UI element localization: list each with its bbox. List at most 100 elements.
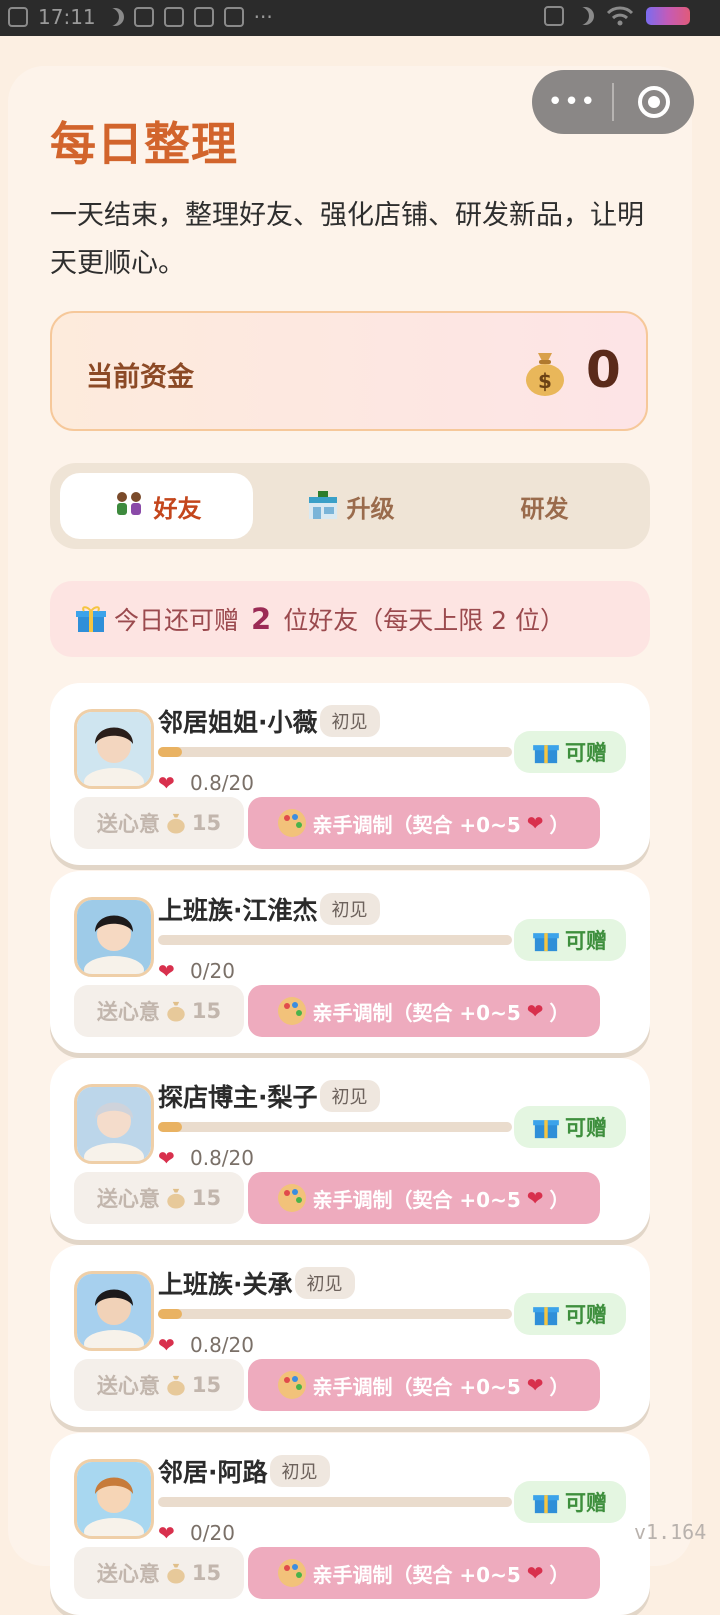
close-miniprogram-button[interactable] bbox=[614, 86, 694, 118]
wifi-icon bbox=[606, 6, 634, 26]
affinity-progress-fill bbox=[158, 1122, 183, 1132]
affinity-progress-fill bbox=[158, 747, 183, 757]
heart-icon: ❤ bbox=[158, 771, 175, 795]
friend-name-row: 探店博主·梨子 初见 bbox=[158, 1078, 380, 1114]
palette-icon bbox=[278, 997, 307, 1025]
craft-gift-button[interactable]: 亲手调制（契合 +0~5 ❤ ） bbox=[248, 1547, 600, 1599]
affinity-progress-bar bbox=[158, 935, 512, 945]
status-bar: 17:11 ··· bbox=[0, 0, 720, 36]
friend-name: 邻居姐姐·小薇 bbox=[158, 708, 318, 737]
tab-research-label: 研发 bbox=[520, 494, 569, 523]
gift-icon bbox=[533, 1495, 559, 1514]
affinity-score: 0.8/20 bbox=[190, 771, 254, 795]
tab-upgrade[interactable]: 升级 bbox=[254, 473, 447, 539]
friend-avatar[interactable] bbox=[74, 1271, 154, 1351]
money-bag-icon bbox=[167, 1563, 185, 1584]
craft-gift-label: 亲手调制（契合 +0~5 bbox=[312, 1562, 521, 1587]
moon-icon bbox=[106, 8, 124, 26]
friend-card: 上班族·江淮杰 初见 ❤ 0/20 可赠 送心意 15 亲手调制（契合 +0~5… bbox=[50, 871, 650, 1053]
more-menu-icon[interactable]: ••• bbox=[532, 87, 612, 117]
craft-gift-button[interactable]: 亲手调制（契合 +0~5 ❤ ） bbox=[248, 1359, 600, 1411]
list-icon bbox=[223, 7, 244, 27]
store-icon bbox=[308, 491, 337, 519]
affinity-progress-bar bbox=[158, 1497, 512, 1507]
friend-card: 邻居姐姐·小薇 初见 ❤ 0.8/20 可赠 送心意 15 亲手调制（契合 +0… bbox=[50, 683, 650, 865]
affinity-score: 0.8/20 bbox=[190, 1333, 254, 1357]
page-subtitle: 一天结束，整理好友、强化店铺、研发新品，让明天更顺心。 bbox=[50, 200, 644, 279]
can-gift-badge: 可赠 bbox=[514, 1293, 626, 1335]
notice-prefix: 今日还可赠 bbox=[114, 606, 240, 635]
gift-cost: 15 bbox=[191, 1373, 222, 1397]
craft-gift-button[interactable]: 亲手调制（契合 +0~5 ❤ ） bbox=[248, 797, 600, 849]
money-bag-icon bbox=[167, 813, 185, 834]
friend-name: 探店博主·梨子 bbox=[158, 1083, 318, 1112]
miniprogram-capsule[interactable]: ••• bbox=[532, 70, 694, 134]
gift-limit-notice: 今日还可赠 2 位好友（每天上限 2 位） bbox=[50, 581, 650, 657]
palette-icon bbox=[278, 809, 307, 837]
craft-gift-button[interactable]: 亲手调制（契合 +0~5 ❤ ） bbox=[248, 1172, 600, 1224]
tab-friends[interactable]: 好友 bbox=[60, 473, 253, 539]
friend-avatar[interactable] bbox=[74, 1459, 154, 1539]
send-gift-button[interactable]: 送心意 15 bbox=[74, 1547, 244, 1599]
tab-upgrade-label: 升级 bbox=[346, 494, 395, 523]
craft-gift-button[interactable]: 亲手调制（契合 +0~5 ❤ ） bbox=[248, 985, 600, 1037]
send-gift-label: 送心意 bbox=[96, 1187, 160, 1211]
can-gift-label: 可赠 bbox=[565, 1303, 607, 1327]
craft-gift-label-end: ） bbox=[549, 812, 570, 837]
craft-gift-label-end: ） bbox=[549, 1187, 570, 1212]
gift-icon bbox=[533, 933, 559, 952]
couple-icon bbox=[116, 492, 141, 515]
friend-name: 上班族·关承 bbox=[158, 1270, 293, 1299]
funds-value: 0 bbox=[586, 341, 621, 399]
send-gift-label: 送心意 bbox=[96, 812, 160, 836]
funds-card: 当前资金 $ 0 bbox=[50, 311, 648, 431]
affinity-score: 0/20 bbox=[190, 959, 235, 983]
can-gift-badge: 可赠 bbox=[514, 919, 626, 961]
status-time: 17:11 bbox=[38, 5, 96, 29]
friend-card: 上班族·关承 初见 ❤ 0.8/20 可赠 送心意 15 亲手调制（契合 +0~… bbox=[50, 1245, 650, 1427]
craft-gift-label: 亲手调制（契合 +0~5 bbox=[312, 1187, 521, 1212]
send-gift-label: 送心意 bbox=[96, 1374, 160, 1398]
money-bag-icon bbox=[167, 1188, 185, 1209]
close-notification-icon bbox=[8, 7, 28, 27]
notice-suffix: 位好友（每天上限 2 位） bbox=[283, 606, 566, 635]
tab-research[interactable]: 研发 bbox=[448, 473, 641, 539]
heart-icon: ❤ bbox=[526, 1373, 544, 1397]
craft-gift-label-end: ） bbox=[549, 1374, 570, 1399]
app-icon bbox=[133, 7, 154, 27]
relationship-tag: 初见 bbox=[294, 1267, 355, 1299]
gift-icon bbox=[76, 606, 106, 632]
send-gift-button[interactable]: 送心意 15 bbox=[74, 797, 244, 849]
send-gift-label: 送心意 bbox=[96, 1000, 160, 1024]
page-title: 每日整理 bbox=[50, 117, 238, 171]
friend-name-row: 邻居·阿路 初见 bbox=[158, 1453, 330, 1489]
affinity-progress-fill bbox=[158, 1309, 183, 1319]
friend-name-row: 上班族·关承 初见 bbox=[158, 1265, 355, 1301]
dnd-moon-icon bbox=[576, 7, 594, 25]
tab-friends-label: 好友 bbox=[153, 494, 202, 523]
palette-icon bbox=[278, 1371, 307, 1399]
friend-avatar[interactable] bbox=[74, 709, 154, 789]
funds-label: 当前资金 bbox=[86, 362, 194, 393]
gift-cost: 15 bbox=[191, 1561, 222, 1585]
send-gift-button[interactable]: 送心意 15 bbox=[74, 1359, 244, 1411]
relationship-tag: 初见 bbox=[269, 1455, 330, 1487]
friend-card: 邻居·阿路 初见 ❤ 0/20 可赠 送心意 15 亲手调制（契合 +0~5 ❤ bbox=[50, 1433, 650, 1615]
friend-name: 邻居·阿路 bbox=[158, 1458, 268, 1487]
friend-avatar[interactable] bbox=[74, 897, 154, 977]
can-gift-label: 可赠 bbox=[565, 929, 607, 953]
craft-gift-label: 亲手调制（契合 +0~5 bbox=[312, 1374, 521, 1399]
palette-icon bbox=[278, 1184, 307, 1212]
gift-cost: 15 bbox=[191, 811, 222, 835]
friend-avatar[interactable] bbox=[74, 1084, 154, 1164]
heart-icon: ❤ bbox=[158, 1521, 175, 1545]
heart-icon: ❤ bbox=[526, 1561, 544, 1585]
heart-icon: ❤ bbox=[526, 811, 544, 835]
send-gift-button[interactable]: 送心意 15 bbox=[74, 985, 244, 1037]
gift-icon bbox=[533, 1120, 559, 1139]
palette-icon bbox=[278, 1559, 307, 1587]
svg-text:$: $ bbox=[538, 369, 552, 393]
send-gift-button[interactable]: 送心意 15 bbox=[74, 1172, 244, 1224]
affinity-progress-bar bbox=[158, 747, 512, 757]
craft-gift-label-end: ） bbox=[549, 1000, 570, 1025]
